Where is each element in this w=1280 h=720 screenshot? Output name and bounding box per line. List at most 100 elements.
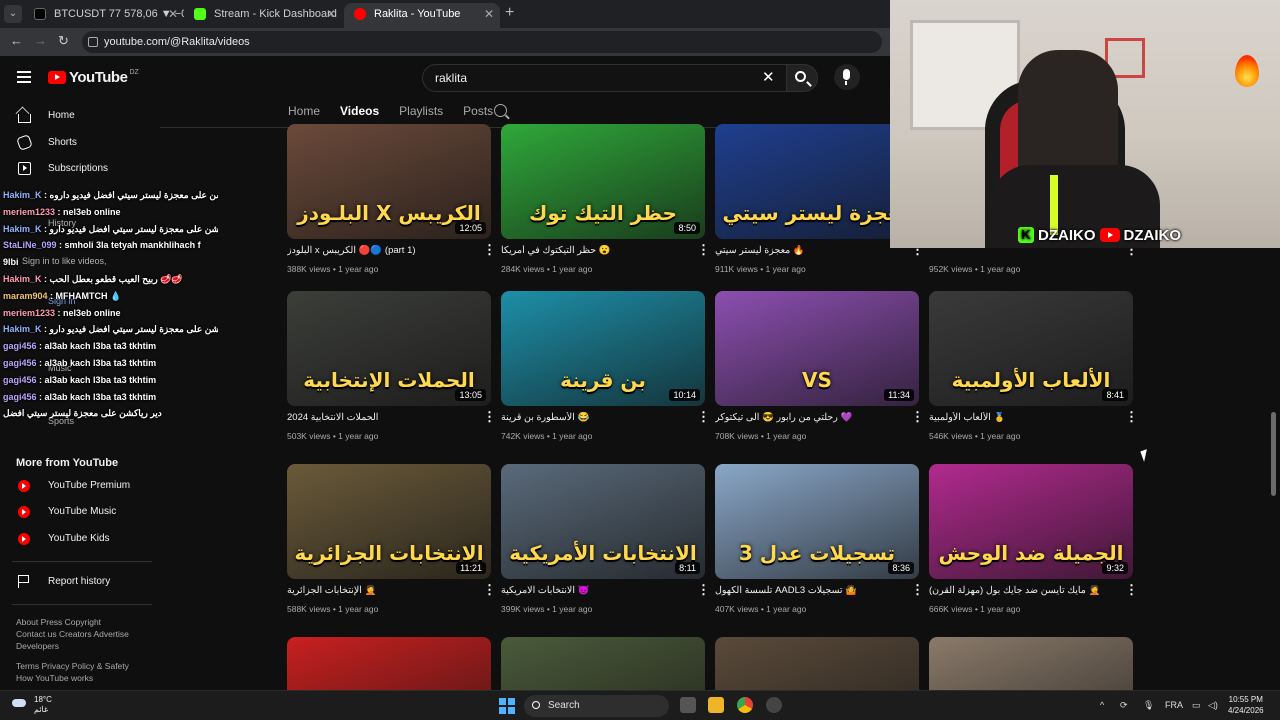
video-thumbnail[interactable]: حظر التيك توك 8:50 (501, 124, 705, 239)
video-title[interactable]: رحلتي من رابور 😎 الى تيكتوكر 💜 (715, 412, 905, 423)
video-duration: 10:14 (669, 389, 700, 401)
video-thumbnail[interactable]: VS 11:34 (715, 291, 919, 406)
url-field[interactable]: youtube.com/@Raklita/videos (82, 31, 882, 53)
footer-links-5[interactable]: How YouTube works (16, 672, 151, 684)
microphone-tray-icon[interactable]: 🎙 (1143, 700, 1154, 711)
video-title[interactable]: الحملات الانتخابية 2024 (287, 412, 477, 423)
language-indicator[interactable]: FRA (1165, 700, 1183, 710)
more-options-icon[interactable] (697, 409, 710, 425)
video-thumbnail[interactable]: بن قرينة 10:14 (501, 291, 705, 406)
clear-search-icon[interactable]: ✕ (762, 68, 775, 86)
chat-text: دير رياكشن على معجزة ليستر سيتي افضل (3, 408, 162, 419)
video-views: 742K views (501, 431, 545, 441)
video-thumbnail[interactable]: معجزة ليستر سيتي (715, 124, 919, 239)
sidebar-item-shorts[interactable]: Shorts (0, 131, 155, 155)
tab-playlists[interactable]: Playlists (399, 104, 443, 118)
chat-message: gagi456 : al3ab kach l3ba ta3 tkhtim (3, 389, 218, 406)
sidebar-item-home[interactable]: Home (0, 104, 155, 128)
tray-overflow-icon[interactable]: ^ (1100, 700, 1104, 710)
taskbar-search[interactable]: Search (524, 695, 669, 717)
tab-raklita-youtube[interactable]: Raklita - YouTube ✕ (344, 3, 500, 28)
streamer-banner: K DZAIKO DZAIKO (1018, 224, 1181, 246)
footer-links-3[interactable]: Developers (16, 640, 151, 652)
sidebar-item-subscriptions[interactable]: Subscriptions (0, 157, 155, 181)
more-options-icon[interactable] (911, 409, 924, 425)
more-options-icon[interactable] (483, 409, 496, 425)
video-views: 407K views (715, 604, 759, 614)
chat-text: : al3ab kach l3ba ta3 tkhtim (36, 391, 157, 402)
tab-home[interactable]: Home (288, 104, 320, 118)
video-thumbnail[interactable]: الألعاب الأولمبية 8:41 (929, 291, 1133, 406)
video-thumbnail[interactable]: تسجيلات عدل 3 8:36 (715, 464, 919, 579)
video-title[interactable]: الإنتخابات الجزائرية 🤦 (287, 585, 477, 596)
video-title[interactable]: حظر التيكتوك في أمريكا 😮 (501, 245, 691, 256)
video-title[interactable]: تلسسة الكهول AADL3 تسجيلات 🤷 (715, 585, 905, 596)
close-icon[interactable]: ✕ (484, 3, 494, 25)
obs-icon[interactable] (766, 697, 782, 713)
video-thumbnail[interactable]: البلـودز X الكريبس 12:05 (287, 124, 491, 239)
video-duration: 9:32 (1102, 562, 1128, 574)
tab-btcusdt[interactable]: BTCUSDT 77 578,06 ▼ −0.87% U ✕ (24, 3, 184, 28)
channel-search-icon[interactable] (494, 104, 507, 117)
footer-links-1[interactable]: About Press Copyright (16, 616, 151, 628)
more-options-icon[interactable] (697, 242, 710, 258)
more-options-icon[interactable] (1125, 582, 1138, 598)
chat-username: Hakim_K (3, 324, 42, 335)
sidebar-item-youtube-premium[interactable]: YouTube Premium (0, 474, 155, 498)
tray-app-icon[interactable]: ⟳ (1120, 700, 1128, 711)
clock-time: 10:55 PM (1228, 695, 1263, 704)
network-icon[interactable]: ▭ (1192, 700, 1201, 711)
site-info-icon[interactable] (88, 37, 98, 47)
chat-text: : al3ab kach l3ba ta3 tkhtim (36, 374, 157, 385)
sidebar-item-report-history[interactable]: Report history (0, 570, 155, 594)
kick-icon: K (1018, 227, 1034, 243)
task-view-icon[interactable] (680, 697, 696, 713)
search-input[interactable]: raklita (422, 64, 787, 92)
chat-message: gagi456 : al3ab kach l3ba ta3 tkhtim (3, 338, 218, 355)
menu-icon[interactable] (17, 71, 31, 83)
tab-kick-dashboard[interactable]: Stream - Kick Dashboard ✕ (184, 3, 342, 28)
scrollbar[interactable] (1271, 412, 1276, 496)
video-title[interactable]: الألعاب الأولمبية 🥇 (929, 412, 1119, 423)
more-options-icon[interactable] (483, 582, 496, 598)
sidebar-item-youtube-music[interactable]: YouTube Music (0, 500, 155, 524)
tab-search-dropdown[interactable]: ⌄ (4, 5, 22, 23)
video-title[interactable]: الأسطورة بن قرينة 😂 (501, 412, 691, 423)
video-title[interactable]: البلودز x الكريبس 🔴🔵 (part 1) (287, 245, 477, 256)
sidebar-item-label: Shorts (48, 137, 77, 148)
more-options-icon[interactable] (697, 582, 710, 598)
back-icon[interactable]: ← (10, 33, 23, 48)
file-explorer-icon[interactable] (708, 697, 724, 713)
more-options-icon[interactable] (1125, 409, 1138, 425)
taskbar-clock[interactable]: 10:55 PM 4/24/2026 (1228, 694, 1264, 716)
footer-links-4[interactable]: Terms Privacy Policy & Safety (16, 660, 151, 672)
video-title[interactable]: معجزة ليستر سيتي 🔥 (715, 245, 905, 256)
voice-search-button[interactable] (834, 64, 860, 90)
chat-username: meriem1233 (3, 307, 56, 318)
tab-videos[interactable]: Videos (340, 104, 379, 118)
video-title[interactable]: مايك تايسن ضد جايك بول (مهزلة القرن) 🤦 (929, 585, 1119, 596)
video-title[interactable]: الانتخابات الامريكية 😈 (501, 585, 691, 596)
country-code: DZ (129, 69, 139, 76)
sidebar-item-youtube-kids[interactable]: YouTube Kids (0, 527, 155, 551)
forward-icon[interactable]: → (34, 33, 47, 48)
youtube-logo[interactable]: YouTube DZ (48, 69, 139, 86)
more-options-icon[interactable] (483, 242, 496, 258)
video-thumbnail[interactable]: الجميلة ضد الوحش 9:32 (929, 464, 1133, 579)
close-icon[interactable]: ✕ (168, 3, 178, 25)
more-options-icon[interactable] (911, 582, 924, 598)
new-tab-button[interactable]: + (505, 4, 514, 22)
close-icon[interactable]: ✕ (326, 3, 336, 25)
search-button[interactable] (786, 64, 818, 92)
video-duration: 11:21 (456, 562, 486, 574)
video-thumbnail[interactable]: الحملات الإنتخابية 13:05 (287, 291, 491, 406)
video-thumbnail[interactable]: الانتخابات الجزائرية 11:21 (287, 464, 491, 579)
volume-icon[interactable]: ◁) (1208, 700, 1218, 711)
tab-posts[interactable]: Posts (463, 104, 493, 118)
windows-start-icon[interactable] (499, 698, 515, 714)
chrome-icon[interactable] (737, 697, 753, 713)
video-thumbnail[interactable]: الانتخابات الأمريكية 8:11 (501, 464, 705, 579)
reload-icon[interactable]: ↻ (58, 33, 69, 49)
footer-links-2[interactable]: Contact us Creators Advertise (16, 628, 151, 640)
video-metadata: 503K views • 1 year ago (287, 431, 378, 441)
